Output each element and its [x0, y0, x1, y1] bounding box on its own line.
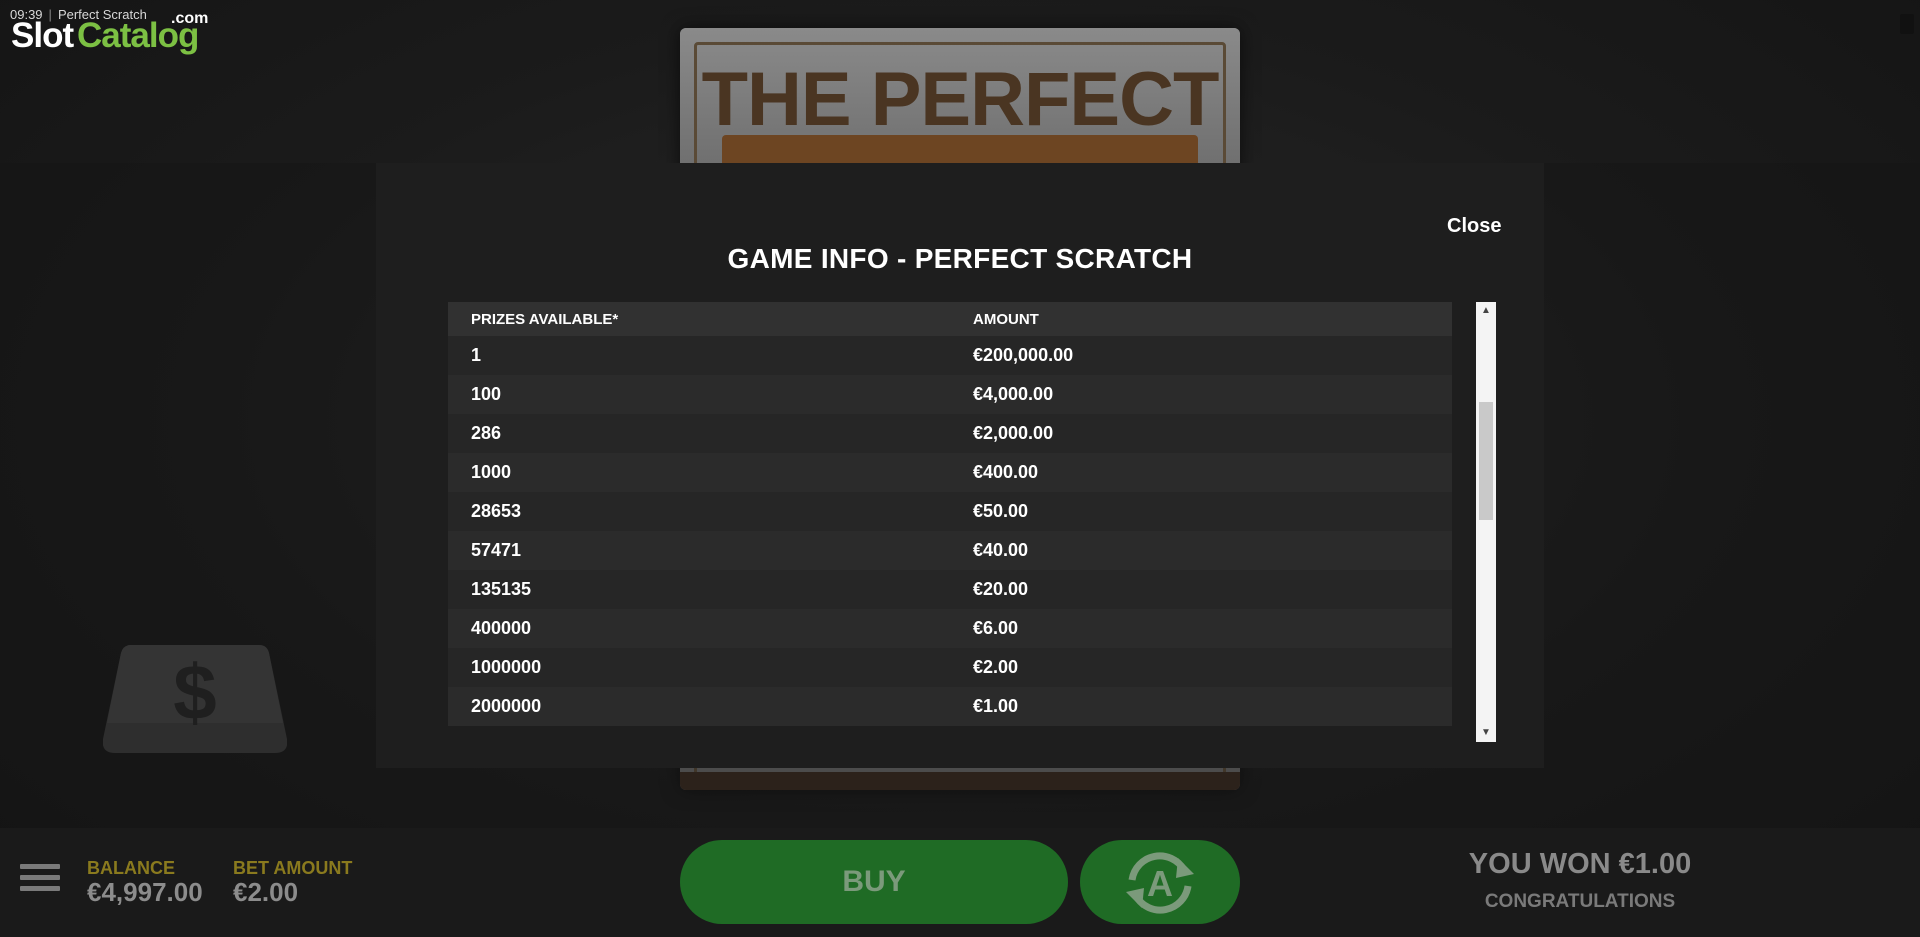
prize-count-cell: 135135 [448, 570, 950, 609]
prize-amount-cell: €2,000.00 [950, 414, 1452, 453]
prize-count-cell: 1 [448, 336, 950, 375]
table-row: 1000000 €2.00 [448, 648, 1452, 687]
dollar-tile[interactable]: $ [102, 643, 288, 755]
table-header-row: PRIZES AVAILABLE* AMOUNT [448, 302, 1452, 336]
column-header-prizes: PRIZES AVAILABLE* [448, 302, 950, 336]
card-title: THE PERFECT [701, 57, 1220, 142]
table-row: 2000000 €1.00 [448, 687, 1452, 726]
prize-count-cell: 2000000 [448, 687, 950, 726]
prize-amount-cell: €400.00 [950, 453, 1452, 492]
congratulations-text: CONGRATULATIONS [1484, 891, 1676, 912]
table-scrollbar[interactable]: ▲ ▼ [1476, 302, 1496, 742]
close-button[interactable]: Close [1447, 215, 1501, 238]
prize-amount-cell: €2.00 [950, 648, 1452, 687]
buy-button[interactable]: BUY [680, 840, 1068, 924]
prize-count-cell: 286 [448, 414, 950, 453]
table-row: 400000 €6.00 [448, 609, 1452, 648]
prize-amount-cell: €1.00 [950, 687, 1452, 726]
table-row: 28653 €50.00 [448, 492, 1452, 531]
prize-count-cell: 100 [448, 375, 950, 414]
prize-amount-cell: €40.00 [950, 531, 1452, 570]
prize-count-cell: 28653 [448, 492, 950, 531]
autoplay-icon: A [1126, 852, 1194, 914]
game-info-modal: Close GAME INFO - PERFECT SCRATCH PRIZES… [376, 163, 1544, 768]
prize-table: PRIZES AVAILABLE* AMOUNT 1 €200,000.00 1… [448, 302, 1452, 726]
dollar-icon: $ [102, 645, 288, 753]
table-row: 135135 €20.00 [448, 570, 1452, 609]
menu-icon[interactable] [20, 864, 60, 896]
table-row: 100 €4,000.00 [448, 375, 1452, 414]
scroll-down-icon[interactable]: ▼ [1476, 724, 1496, 742]
prize-amount-cell: €6.00 [950, 609, 1452, 648]
table-row: 1 €200,000.00 [448, 336, 1452, 375]
table-row: 57471 €40.00 [448, 531, 1452, 570]
autoplay-button[interactable]: A [1080, 840, 1240, 924]
site-logo[interactable]: Slot Catalog .com [11, 10, 211, 56]
bet-amount-value: €2.00 [233, 877, 299, 907]
prize-count-cell: 57471 [448, 531, 950, 570]
prize-amount-cell: €4,000.00 [950, 375, 1452, 414]
table-row: 286 €2,000.00 [448, 414, 1452, 453]
prize-count-cell: 1000000 [448, 648, 950, 687]
prize-count-cell: 1000 [448, 453, 950, 492]
prize-amount-cell: €50.00 [950, 492, 1452, 531]
win-message: YOU WON €1.00 [1468, 848, 1692, 880]
prize-table-container: PRIZES AVAILABLE* AMOUNT 1 €200,000.00 1… [448, 302, 1452, 727]
svg-text:$: $ [173, 648, 216, 736]
prize-amount-cell: €200,000.00 [950, 336, 1452, 375]
bet-amount-label: BET AMOUNT [233, 858, 353, 878]
logo-suffix: .com [171, 10, 209, 27]
balance-value: €4,997.00 [87, 877, 203, 907]
table-row: 1000 €400.00 [448, 453, 1452, 492]
corner-marker [1900, 14, 1914, 34]
prize-count-cell: 400000 [448, 609, 950, 648]
logo-slot-text: Slot [11, 16, 74, 55]
column-header-amount: AMOUNT [950, 302, 1452, 336]
modal-title: GAME INFO - PERFECT SCRATCH [727, 243, 1193, 274]
scrollbar-thumb[interactable] [1479, 402, 1493, 520]
balance-label: BALANCE [87, 858, 175, 878]
prize-amount-cell: €20.00 [950, 570, 1452, 609]
svg-text:A: A [1147, 863, 1173, 904]
scroll-up-icon[interactable]: ▲ [1476, 302, 1496, 320]
